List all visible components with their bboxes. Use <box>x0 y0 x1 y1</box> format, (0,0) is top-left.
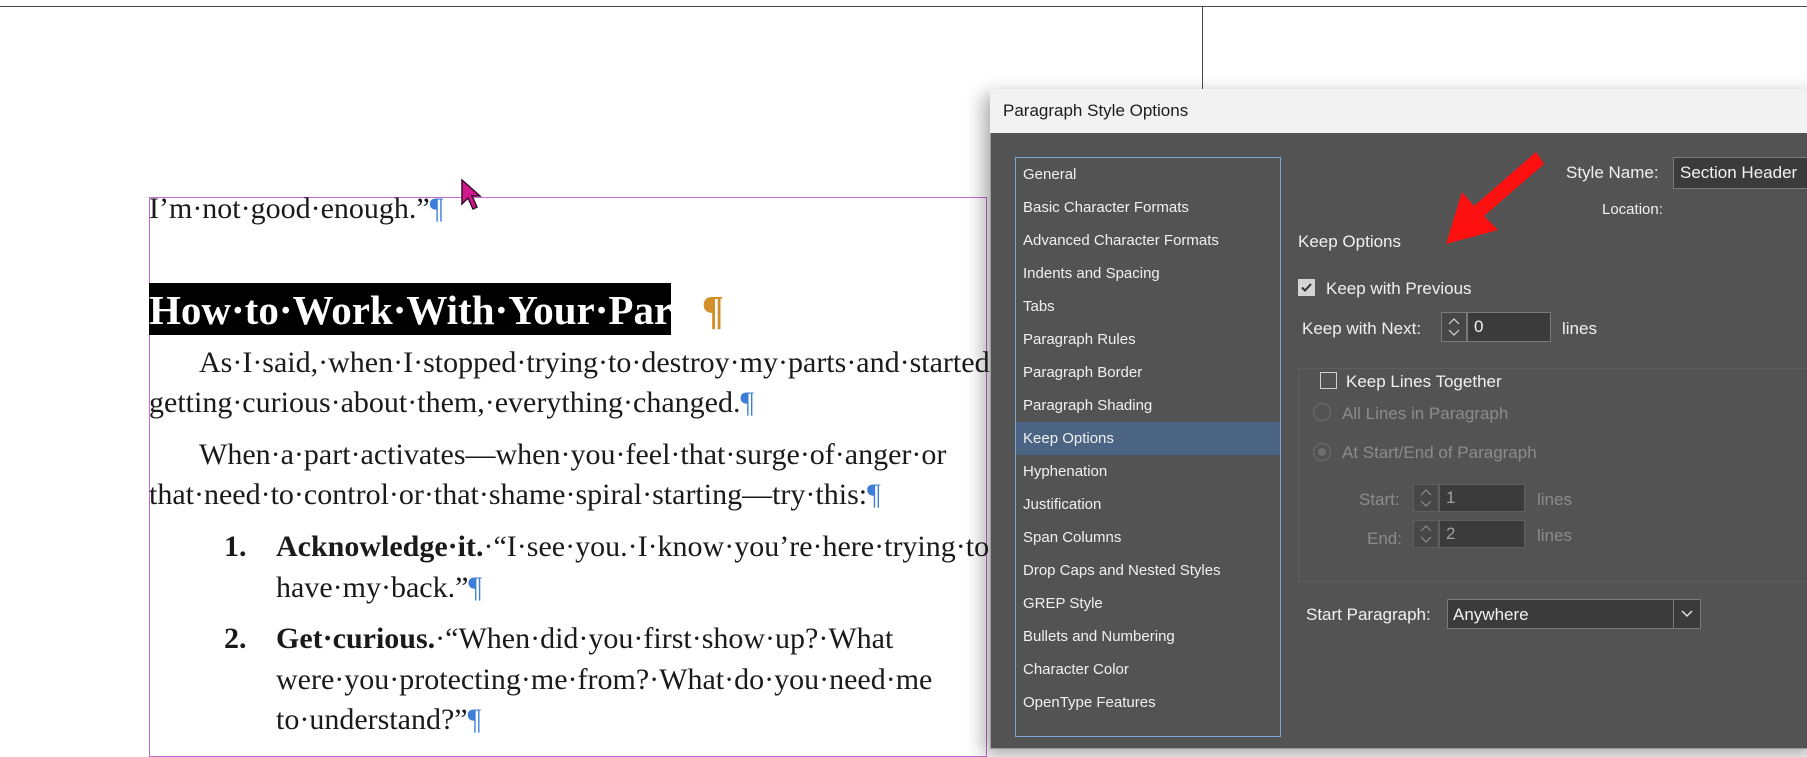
category-list[interactable]: General Basic Character Formats Advanced… <box>1015 157 1281 737</box>
category-indents-and-spacing[interactable]: Indents and Spacing <box>1016 257 1280 290</box>
keep-with-next-unit: lines <box>1562 319 1597 338</box>
list-item-line[interactable]: Acknowledge·it.·“I·see·you.·I·know·you’r… <box>276 530 989 564</box>
keep-with-next-stepper[interactable] <box>1441 312 1467 342</box>
start-input[interactable]: 1 <box>1439 484 1525 512</box>
end-input[interactable]: 2 <box>1439 520 1525 548</box>
select-divider <box>1673 600 1674 628</box>
at-start-end-radio[interactable] <box>1313 443 1331 461</box>
doc-line-quote[interactable]: I’m·not·good·enough.”¶ <box>149 192 443 226</box>
pilcrow-mark: ¶ <box>740 386 755 419</box>
category-opentype-features[interactable]: OpenType Features <box>1016 686 1280 719</box>
column-guide <box>1202 6 1203 94</box>
category-paragraph-rules[interactable]: Paragraph Rules <box>1016 323 1280 356</box>
all-lines-radio[interactable] <box>1313 403 1331 421</box>
category-basic-character-formats[interactable]: Basic Character Formats <box>1016 191 1280 224</box>
keep-with-next-input[interactable]: 0 <box>1467 312 1551 342</box>
end-stepper[interactable] <box>1413 520 1439 548</box>
location-label: Location: <box>1602 201 1663 218</box>
section-heading[interactable]: How·to·Work·With·Your·Parts¶ <box>149 286 724 334</box>
category-grep-style[interactable]: GREP Style <box>1016 587 1280 620</box>
at-start-end-label: At Start/End of Paragraph <box>1342 443 1537 462</box>
category-tabs[interactable]: Tabs <box>1016 290 1280 323</box>
list-item-line[interactable]: Get·curious.·“When·did·you·first·show·up… <box>276 622 893 656</box>
list-item-line[interactable]: were·you·protecting·me·from?·What·do·you… <box>276 663 932 697</box>
list-item-line[interactable]: to·understand?”¶ <box>276 703 481 737</box>
end-label: End: <box>1367 529 1402 548</box>
doc-line[interactable]: that·need·to·control·or·that·shame·spira… <box>149 478 881 512</box>
keep-options-section-title: Keep Options <box>1298 232 1402 251</box>
stepper-arrows-icon <box>1448 318 1460 336</box>
all-lines-label: All Lines in Paragraph <box>1342 404 1509 423</box>
end-unit: lines <box>1537 526 1572 545</box>
start-paragraph-label: Start Paragraph: <box>1306 605 1431 624</box>
category-character-color[interactable]: Character Color <box>1016 653 1280 686</box>
checkmark-icon <box>1301 283 1312 292</box>
start-unit: lines <box>1537 490 1572 509</box>
category-bullets-and-numbering[interactable]: Bullets and Numbering <box>1016 620 1280 653</box>
category-span-columns[interactable]: Span Columns <box>1016 521 1280 554</box>
page-edge-line <box>0 6 1807 7</box>
pilcrow-mark: ¶ <box>701 287 724 333</box>
category-drop-caps-nested-styles[interactable]: Drop Caps and Nested Styles <box>1016 554 1280 587</box>
chevron-down-icon <box>1681 610 1693 618</box>
doc-line[interactable]: When·a·part·activates—when·you·feel·that… <box>199 438 946 472</box>
list-item-line[interactable]: have·my·back.”¶ <box>276 571 482 605</box>
style-name-label: Style Name: <box>1566 163 1659 182</box>
category-general[interactable]: General <box>1016 158 1280 191</box>
keep-with-previous-label[interactable]: Keep with Previous <box>1326 279 1472 299</box>
stepper-arrows-icon <box>1420 489 1432 507</box>
keep-with-next-label: Keep with Next: <box>1302 319 1422 338</box>
mouse-pointer-icon <box>461 178 482 211</box>
category-advanced-character-formats[interactable]: Advanced Character Formats <box>1016 224 1280 257</box>
doc-line[interactable]: getting·curious·about·them,·everything·c… <box>149 386 754 420</box>
start-stepper[interactable] <box>1413 484 1439 512</box>
style-name-input[interactable]: Section Header <box>1673 157 1807 189</box>
keep-lines-together-label[interactable]: Keep Lines Together <box>1346 372 1502 392</box>
doc-line[interactable]: As·I·said,·when·I·stopped·trying·to·dest… <box>199 346 990 380</box>
pilcrow-mark: ¶ <box>467 703 482 736</box>
category-paragraph-border[interactable]: Paragraph Border <box>1016 356 1280 389</box>
category-keep-options[interactable]: Keep Options <box>1016 422 1280 455</box>
pilcrow-mark: ¶ <box>429 192 444 225</box>
keep-lines-together-checkbox[interactable] <box>1320 372 1337 389</box>
keep-lines-together-group <box>1298 368 1807 582</box>
start-paragraph-value: Anywhere <box>1453 605 1529 624</box>
category-hyphenation[interactable]: Hyphenation <box>1016 455 1280 488</box>
list-number: 1. <box>224 530 247 563</box>
dialog-title: Paragraph Style Options <box>1003 101 1189 120</box>
start-label: Start: <box>1359 490 1400 509</box>
pilcrow-mark: ¶ <box>867 478 881 511</box>
list-number: 2. <box>224 622 247 655</box>
stepper-arrows-icon <box>1420 525 1432 543</box>
category-paragraph-shading[interactable]: Paragraph Shading <box>1016 389 1280 422</box>
category-justification[interactable]: Justification <box>1016 488 1280 521</box>
pilcrow-mark: ¶ <box>468 571 482 604</box>
red-arrow-annotation <box>1446 152 1544 244</box>
keep-with-previous-checkbox[interactable] <box>1298 279 1315 296</box>
